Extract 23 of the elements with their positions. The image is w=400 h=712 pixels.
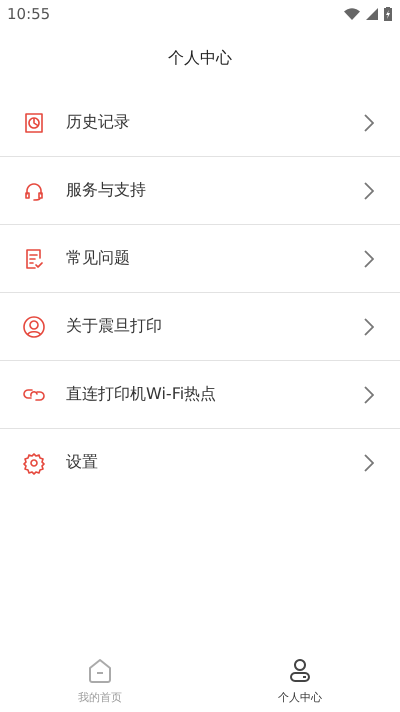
chevron-right-icon [364, 386, 374, 404]
battery-icon [384, 7, 392, 21]
user-icon [22, 314, 46, 338]
chevron-right-icon [364, 454, 374, 472]
chevron-right-icon [364, 318, 374, 336]
status-time: 10:55 [7, 5, 50, 23]
page-title: 个人中心 [168, 48, 232, 69]
home-icon [87, 658, 113, 684]
menu-item[interactable]: 设置 [0, 429, 400, 496]
chevron-right-icon [364, 114, 374, 132]
wifi-icon [344, 8, 360, 20]
menu-item[interactable]: 服务与支持 [0, 157, 400, 225]
chevron-right-icon [364, 182, 374, 200]
settings-icon [22, 450, 46, 474]
menu-item[interactable]: 关于震旦打印 [0, 293, 400, 361]
clock-icon [22, 110, 46, 134]
menu-item[interactable]: 历史记录 [0, 89, 400, 157]
menu-item[interactable]: 直连打印机Wi-Fi热点 [0, 361, 400, 429]
user-icon [287, 658, 313, 684]
chevron-right-icon [364, 250, 374, 268]
menu-item[interactable]: 常见问题 [0, 225, 400, 293]
nav-tab[interactable]: 个人中心 [200, 650, 400, 712]
signal-icon [366, 8, 378, 20]
